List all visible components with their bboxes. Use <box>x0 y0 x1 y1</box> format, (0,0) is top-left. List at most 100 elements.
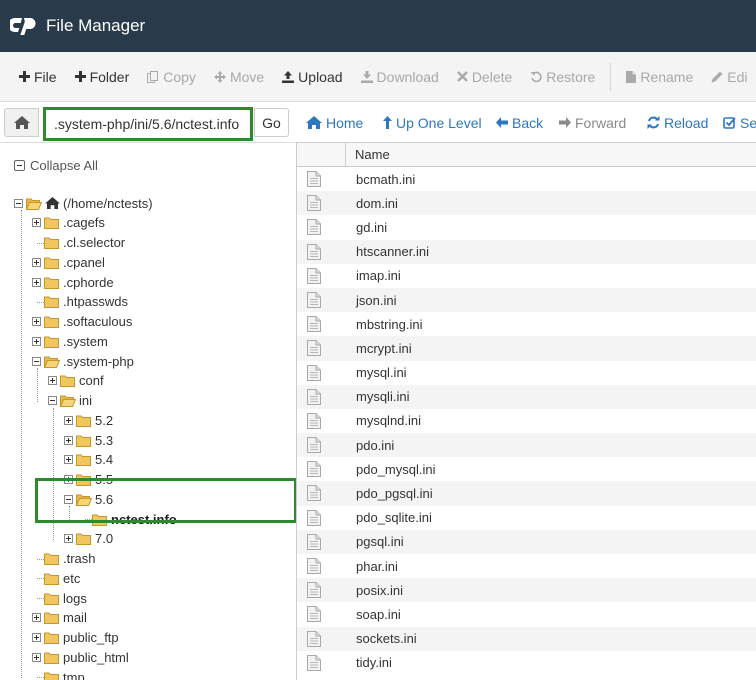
file-row[interactable]: mysql.ini <box>297 361 756 385</box>
new-file-button[interactable]: File <box>0 52 66 101</box>
rename-button[interactable]: Rename <box>617 52 702 101</box>
file-icon <box>307 461 321 478</box>
tree-folder-tmp[interactable]: tmp <box>44 668 85 680</box>
expand-toggle[interactable] <box>32 613 41 623</box>
file-row[interactable]: mbstring.ini <box>297 312 756 336</box>
file-row[interactable]: pgsql.ini <box>297 529 756 554</box>
folder-icon <box>44 593 59 605</box>
file-row[interactable]: pdo_sqlite.ini <box>297 506 756 530</box>
back-arrow-icon <box>496 117 508 128</box>
file-name: mysql.ini <box>356 365 407 381</box>
tree-folder-label: 5.4 <box>95 452 114 468</box>
file-row[interactable]: pdo_mysql.ini <box>297 457 756 481</box>
file-row[interactable]: tidy.ini <box>297 651 756 675</box>
file-row[interactable]: dom.ini <box>297 191 756 216</box>
edit-button[interactable]: Edi <box>702 52 756 101</box>
tree-folder-5-2[interactable]: 5.2 <box>76 411 113 429</box>
file-row[interactable]: phar.ini <box>297 554 756 578</box>
expand-toggle[interactable] <box>32 633 41 642</box>
tree-folder-trash[interactable]: .trash <box>44 550 96 568</box>
go-button[interactable]: Go <box>254 108 289 137</box>
tree-folder-label: logs <box>63 590 87 606</box>
forward-button[interactable]: Forward <box>559 108 626 137</box>
new-folder-button[interactable]: Folder <box>66 52 139 101</box>
collapse-toggle[interactable] <box>48 396 57 405</box>
tree-folder-mail[interactable]: mail <box>44 609 87 627</box>
tree-folder-etc[interactable]: etc <box>44 569 80 587</box>
file-row[interactable]: json.ini <box>297 287 756 313</box>
file-name: soap.ini <box>356 606 401 622</box>
download-button[interactable]: Download <box>352 52 448 101</box>
tree-folder-conf[interactable]: conf <box>60 372 104 390</box>
file-row[interactable]: sockets.ini <box>297 626 756 651</box>
tree-folder-cpanel[interactable]: .cpanel <box>44 253 105 271</box>
expand-toggle[interactable] <box>32 652 41 662</box>
tree-folder-public-html[interactable]: public_html <box>44 648 129 666</box>
expand-toggle[interactable] <box>32 277 41 287</box>
folder-tree: Collapse All (/home/nctests) .cagefs .cl.s… <box>0 142 296 680</box>
expand-toggle[interactable] <box>64 415 73 425</box>
tree-root[interactable]: (/home/nctests) <box>26 194 153 212</box>
file-row[interactable]: imap.ini <box>297 264 756 288</box>
cpanel-logo-icon[interactable] <box>10 13 38 39</box>
home-button[interactable]: Home <box>306 108 363 137</box>
file-row[interactable]: htscanner.ini <box>297 239 756 264</box>
path-bar: Go Home Up One Level Back Forward Reload… <box>0 102 756 142</box>
expand-toggle[interactable] <box>32 218 41 228</box>
expand-toggle[interactable] <box>64 435 73 445</box>
file-row[interactable]: mcrypt.ini <box>297 336 756 361</box>
back-button[interactable]: Back <box>496 108 543 137</box>
move-button[interactable]: Move <box>205 52 273 101</box>
expand-toggle[interactable] <box>64 455 73 465</box>
restore-button[interactable]: Restore <box>521 52 604 101</box>
name-column-header[interactable]: Name <box>355 147 390 162</box>
collapse-toggle[interactable] <box>14 198 23 208</box>
file-row[interactable]: soap.ini <box>297 602 756 626</box>
tree-folder-system[interactable]: .system <box>44 332 108 350</box>
folder-icon <box>44 553 59 565</box>
expand-toggle[interactable] <box>32 257 41 267</box>
file-row[interactable]: pdo.ini <box>297 433 756 458</box>
tree-folder-5-4[interactable]: 5.4 <box>76 451 113 469</box>
file-row[interactable]: posix.ini <box>297 578 756 603</box>
tree-folder-ini[interactable]: ini <box>60 392 92 410</box>
reload-label: Reload <box>664 114 709 131</box>
icon-column-header[interactable] <box>297 143 346 167</box>
reload-icon <box>647 116 660 129</box>
path-input[interactable] <box>43 107 253 141</box>
tree-folder-7-0[interactable]: 7.0 <box>76 530 113 548</box>
collapse-all-button[interactable]: Collapse All <box>14 158 98 173</box>
tree-folder-public-ftp[interactable]: public_ftp <box>44 629 119 647</box>
expand-toggle[interactable] <box>32 317 41 326</box>
file-row[interactable]: gd.ini <box>297 215 756 239</box>
upload-button[interactable]: Upload <box>273 52 351 101</box>
tree-folder-logs[interactable]: logs <box>44 589 87 607</box>
reload-button[interactable]: Reload <box>647 108 708 137</box>
file-row[interactable]: mysqli.ini <box>297 384 756 409</box>
tree-folder-softaculous[interactable]: .softaculous <box>44 313 132 331</box>
file-row[interactable]: mysqlnd.ini <box>297 409 756 433</box>
delete-button[interactable]: Delete <box>448 52 521 101</box>
expand-toggle[interactable] <box>32 336 41 346</box>
tree-folder-label: .cphorde <box>63 274 114 290</box>
expand-toggle[interactable] <box>48 376 57 386</box>
tree-folder-cphorde[interactable]: .cphorde <box>44 273 114 291</box>
select-all-button[interactable]: Sel <box>723 108 756 137</box>
tree-home-button[interactable] <box>4 108 39 137</box>
tree-folder-5-3[interactable]: 5.3 <box>76 431 113 449</box>
tree-folder-label: .trash <box>63 551 96 566</box>
tree-folder-label: tmp <box>63 669 85 680</box>
folder-icon <box>76 533 91 546</box>
file-row[interactable]: bcmath.ini <box>297 167 756 191</box>
tree-folder-system-php[interactable]: .system-php <box>44 352 134 370</box>
copy-button[interactable]: Copy <box>138 52 205 101</box>
tree-folder-label: public_ftp <box>63 630 119 645</box>
up-one-level-button[interactable]: Up One Level <box>383 108 482 137</box>
tree-folder-cl-selector[interactable]: .cl.selector <box>44 234 125 252</box>
file-row[interactable]: pdo_pgsql.ini <box>297 481 756 506</box>
collapse-toggle[interactable] <box>32 356 41 366</box>
tree-folder-htpasswds[interactable]: .htpasswds <box>44 293 128 311</box>
expand-toggle[interactable] <box>64 534 73 544</box>
tree-folder-cagefs[interactable]: .cagefs <box>44 214 105 232</box>
tree-folder-label: .softaculous <box>63 314 133 329</box>
